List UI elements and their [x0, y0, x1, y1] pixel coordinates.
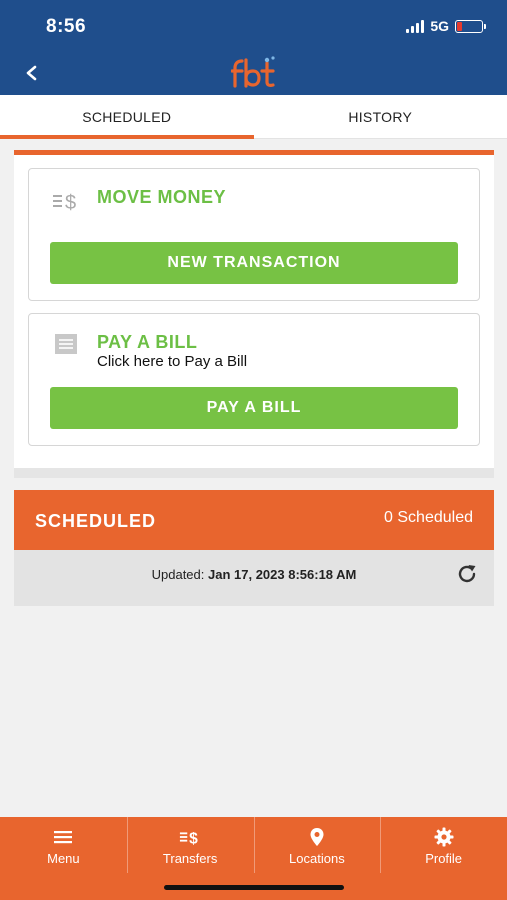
pay-bill-subtitle: Click here to Pay a Bill — [97, 353, 248, 370]
status-time: 8:56 — [46, 16, 87, 37]
home-indicator — [164, 885, 344, 890]
refresh-button[interactable] — [454, 561, 480, 587]
tab-bar: SCHEDULED HISTORY — [0, 95, 507, 139]
nav-menu-label: Menu — [47, 851, 80, 866]
pay-bill-button[interactable]: PAY A BILL — [50, 387, 458, 429]
nav-locations-label: Locations — [289, 851, 345, 866]
tab-scheduled[interactable]: SCHEDULED — [0, 95, 254, 139]
network-type: 5G — [430, 18, 449, 34]
updated-value: Jan 17, 2023 8:56:18 AM — [208, 567, 357, 582]
bill-icon — [51, 329, 81, 359]
status-indicators: 5G — [406, 18, 486, 34]
status-bar: 8:56 5G — [0, 0, 507, 52]
scheduled-title: SCHEDULED — [35, 511, 157, 531]
fbt-logo — [231, 56, 275, 88]
updated-label: Updated: — [151, 567, 205, 582]
transfer-dollar-icon: $ — [179, 827, 201, 847]
refresh-icon — [458, 565, 476, 583]
svg-text:$: $ — [65, 192, 76, 214]
move-money-title: MOVE MONEY — [97, 187, 227, 207]
menu-icon — [52, 827, 74, 847]
gear-icon — [433, 827, 455, 847]
move-money-card: $ MOVE MONEY NEW TRANSACTION — [28, 168, 480, 301]
new-transaction-button[interactable]: NEW TRANSACTION — [50, 242, 458, 284]
svg-text:$: $ — [189, 830, 198, 847]
back-button[interactable] — [20, 60, 44, 86]
transfer-dollar-icon: $ — [51, 186, 81, 216]
pay-bill-title: PAY A BILL — [97, 332, 198, 352]
nav-profile[interactable]: Profile — [380, 817, 507, 900]
nav-menu[interactable]: Menu — [0, 817, 127, 900]
pin-icon — [306, 827, 328, 847]
nav-transfers-label: Transfers — [162, 851, 218, 866]
signal-icon — [406, 19, 425, 33]
nav-profile-label: Profile — [425, 851, 463, 866]
battery-icon — [455, 19, 486, 33]
updated-row: Updated: Jan 17, 2023 8:56:18 AM — [14, 550, 494, 606]
scheduled-header: SCHEDULED 0 Scheduled — [14, 490, 494, 550]
scheduled-count: 0 Scheduled — [384, 509, 473, 526]
updated-timestamp: Updated: Jan 17, 2023 8:56:18 AM — [14, 567, 494, 582]
chevron-left-icon — [26, 65, 37, 81]
pay-bill-card[interactable]: PAY A BILL Click here to Pay a Bill PAY … — [28, 313, 480, 446]
navigation-bar — [0, 52, 507, 95]
actions-panel: $ MOVE MONEY NEW TRANSACTION PAY A BILL … — [14, 150, 494, 478]
tab-history[interactable]: HISTORY — [254, 95, 507, 138]
